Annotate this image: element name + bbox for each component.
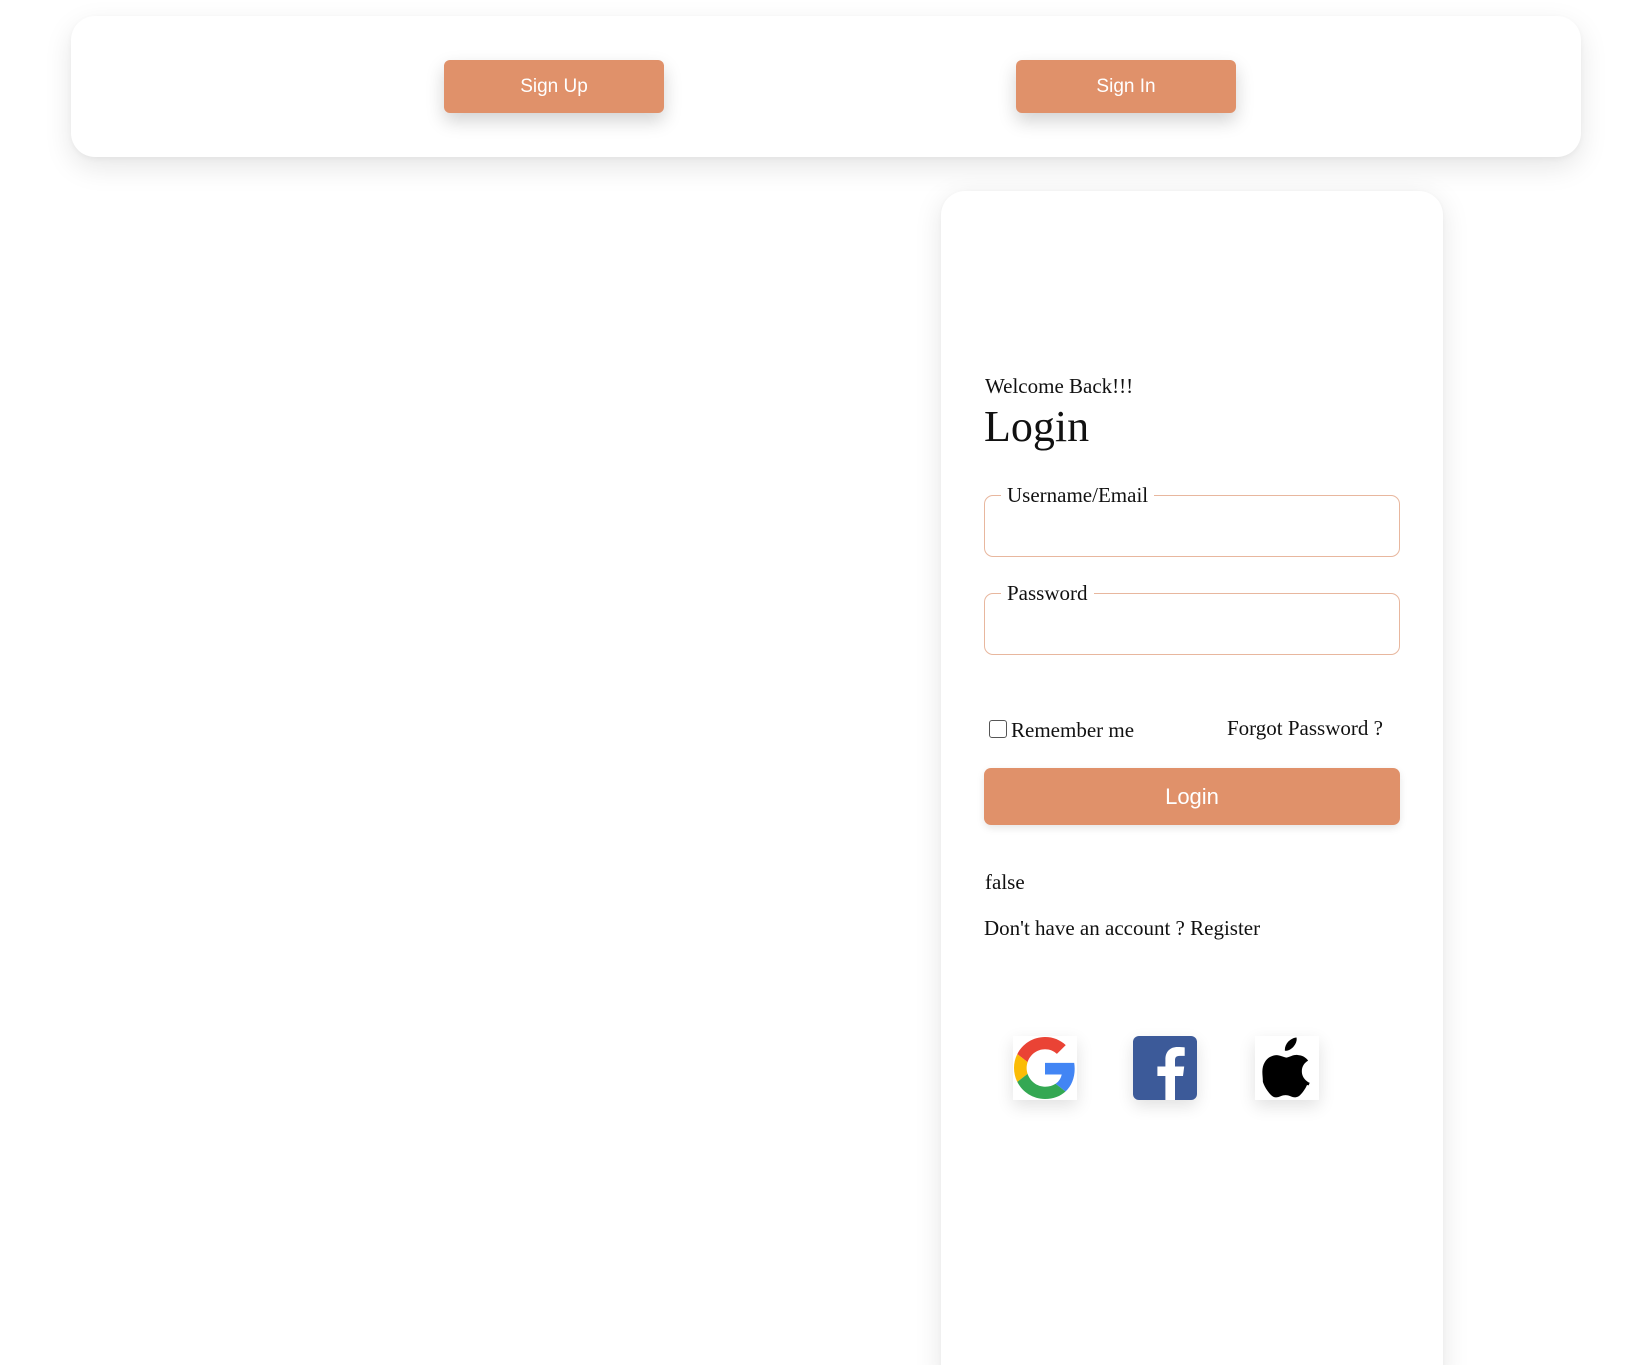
- no-account-text: Don't have an account ?: [984, 916, 1185, 940]
- top-nav-bar: Sign Up Sign In: [71, 16, 1581, 157]
- welcome-text: Welcome Back!!!: [985, 374, 1134, 398]
- apple-login-button[interactable]: [1255, 1036, 1319, 1100]
- remember-me: Remember me: [989, 718, 1134, 743]
- password-label: Password: [1007, 581, 1088, 605]
- login-card: Welcome Back!!! Login Username/Email Pas…: [941, 191, 1443, 1365]
- username-label: Username/Email: [1007, 483, 1149, 507]
- login-button[interactable]: Login: [984, 768, 1400, 825]
- apple-icon: [1262, 1037, 1310, 1098]
- forgot-password-link[interactable]: Forgot Password ?: [1227, 716, 1383, 741]
- password-input[interactable]: [1001, 606, 1383, 642]
- facebook-login-button[interactable]: [1133, 1036, 1197, 1100]
- register-link[interactable]: Register: [1190, 916, 1260, 940]
- page-title: Login: [984, 402, 1090, 451]
- status-text: false: [985, 870, 1025, 894]
- username-input[interactable]: [1001, 508, 1383, 544]
- username-field: Username/Email: [984, 483, 1400, 557]
- sign-up-button[interactable]: Sign Up: [444, 60, 664, 113]
- password-field: Password: [984, 581, 1400, 655]
- google-icon: [1014, 1037, 1075, 1099]
- facebook-icon: [1157, 1047, 1185, 1100]
- register-prompt: Don't have an account ? Register: [984, 916, 1260, 941]
- sign-in-button[interactable]: Sign In: [1016, 60, 1236, 113]
- remember-me-label[interactable]: Remember me: [1011, 718, 1134, 743]
- google-login-button[interactable]: [1013, 1036, 1077, 1100]
- remember-me-checkbox[interactable]: [989, 719, 1007, 738]
